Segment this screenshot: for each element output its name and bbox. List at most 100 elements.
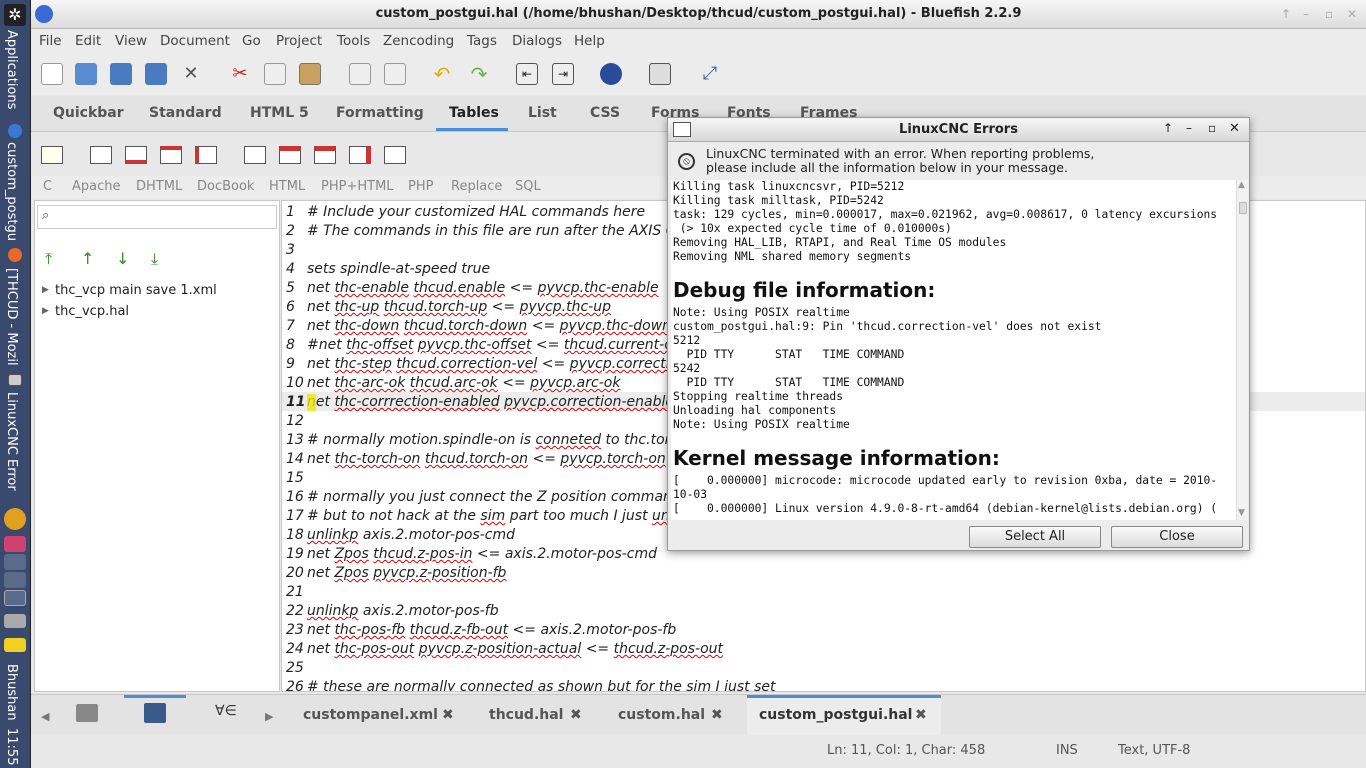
task-linuxcnc-errors[interactable]: LinuxCNC Error (4, 392, 19, 491)
code-line[interactable]: net Zpos thcud.z-pos-in <= axis.2.motor-… (307, 546, 657, 562)
scroll-right-icon[interactable]: ▶ (265, 710, 273, 723)
folder-icon[interactable] (76, 704, 98, 722)
insert-mode[interactable]: INS (1056, 743, 1078, 758)
code-line[interactable]: # The commands in this file are run afte… (307, 223, 687, 239)
split-view-icon[interactable] (649, 63, 671, 85)
find-icon[interactable] (349, 63, 371, 85)
lang-c[interactable]: C (43, 179, 52, 194)
code-line[interactable]: net thc-step thcud.correction-vel <= pyv… (307, 356, 687, 372)
table-caption-icon[interactable] (384, 146, 406, 164)
close-tab-icon[interactable]: ✖ (442, 707, 454, 723)
lang-php-html[interactable]: PHP+HTML (321, 179, 394, 194)
select-all-button[interactable]: Select All (969, 526, 1101, 548)
close-tab-icon[interactable]: ✖ (570, 707, 582, 723)
code-line[interactable]: net thc-corrrection-enabled pyvcp.correc… (307, 394, 683, 410)
code-line[interactable]: unlinkp axis.2.motor-pos-fb (307, 603, 499, 619)
lang-html[interactable]: HTML (269, 179, 305, 194)
table-header2-icon[interactable] (314, 146, 336, 164)
code-line[interactable]: # but to not hack at the sim part too mu… (307, 508, 686, 524)
tree-item[interactable]: ▶ thc_vcp.hal (42, 304, 129, 319)
table-header-icon[interactable] (160, 146, 182, 164)
save-icon[interactable] (110, 63, 132, 85)
code-line[interactable]: sets spindle-at-speed true (307, 261, 490, 277)
move-up-icon[interactable]: ↑ (81, 249, 94, 268)
unindent-icon[interactable]: ⇤ (516, 63, 538, 85)
table-row2-icon[interactable] (279, 146, 301, 164)
sidebar-filter-input[interactable]: ⌕ (37, 205, 277, 229)
new-file-icon[interactable] (41, 63, 63, 85)
table-data2-icon[interactable] (349, 146, 371, 164)
close-icon[interactable]: ✕ (1229, 121, 1240, 136)
menu-dialogs[interactable]: Dialogs (512, 33, 562, 49)
doc-tab-thcud[interactable]: thcud.hal (489, 707, 563, 723)
tab-standard[interactable]: Standard (149, 105, 222, 121)
tux-icon[interactable] (4, 508, 26, 530)
indent-icon[interactable]: ⇥ (552, 63, 574, 85)
replace-icon[interactable] (384, 63, 406, 85)
code-line[interactable]: net Zpos pyvcp.z-position-fb (307, 565, 506, 581)
preview-browser-icon[interactable] (600, 63, 622, 85)
close-icon[interactable]: ✕ (1347, 7, 1357, 21)
maximize-icon[interactable]: ▫ (1325, 7, 1333, 21)
encoding[interactable]: Text, UTF-8 (1118, 743, 1190, 758)
menu-tags[interactable]: Tags (467, 33, 497, 49)
code-line[interactable]: net thc-arc-ok thcud.arc-ok <= pyvcp.arc… (307, 375, 620, 391)
keep-above-icon[interactable]: ↑ (1281, 7, 1291, 21)
menu-view[interactable]: View (115, 33, 147, 49)
workspace-3[interactable] (4, 572, 26, 588)
expand-icon[interactable]: ▶ (42, 285, 49, 295)
tab-list[interactable]: List (528, 105, 557, 121)
notes-icon[interactable] (4, 638, 26, 652)
menu-document[interactable]: Document (160, 33, 230, 49)
lang-replace[interactable]: Replace (451, 179, 502, 194)
keep-above-icon[interactable]: ↑ (1163, 121, 1173, 135)
scroll-down-icon[interactable]: ▼ (1238, 508, 1245, 518)
tab-tables[interactable]: Tables (449, 105, 499, 121)
user-name[interactable]: Bhushan (4, 664, 19, 721)
network-icon[interactable] (4, 614, 26, 628)
task-thcud-mozilla[interactable]: [THCUD - Mozil (4, 268, 19, 366)
code-line[interactable]: #net thc-offset pyvcp.thc-offset <= thcu… (307, 337, 683, 353)
menu-file[interactable]: File (39, 33, 62, 49)
table-data-icon[interactable] (195, 146, 217, 164)
undo-icon[interactable]: ↶ (431, 63, 453, 85)
code-line[interactable]: unlinkp axis.2.motor-pos-cmd (307, 527, 515, 543)
fullscreen-icon[interactable]: ⤢ (699, 63, 721, 85)
maximize-icon[interactable]: ▫ (1208, 121, 1216, 135)
table-row-icon[interactable] (125, 146, 147, 164)
menu-project[interactable]: Project (276, 33, 322, 49)
doc-tab-custom-postgui[interactable]: custom_postgui.hal (759, 707, 912, 723)
lang-sql[interactable]: SQL (515, 179, 541, 194)
copy-icon[interactable] (264, 63, 286, 85)
code-line[interactable]: net thc-pos-fb thcud.z-fb-out <= axis.2.… (307, 622, 676, 638)
clock[interactable]: 11:55 (4, 728, 19, 765)
close-button[interactable]: Close (1111, 526, 1243, 548)
workspace-1[interactable] (4, 536, 26, 552)
code-line[interactable]: net thc-torch-on thcud.torch-on <= pyvcp… (307, 451, 666, 467)
code-line[interactable]: net thc-enable thcud.enable <= pyvcp.thc… (307, 280, 659, 296)
minimize-icon[interactable]: – (1186, 121, 1192, 135)
table-wizard-icon[interactable] (41, 146, 63, 164)
code-line[interactable]: net thc-pos-out pyvcp.z-position-actual … (307, 641, 723, 657)
code-line[interactable]: # normally motion.spindle-on is conneted… (307, 432, 687, 448)
close-file-icon[interactable]: ✕ (180, 63, 202, 85)
bird-menu-icon[interactable]: ✲ (4, 4, 26, 26)
scroll-thumb[interactable] (1239, 202, 1247, 214)
workspace-2[interactable] (4, 554, 26, 570)
cut-icon[interactable]: ✂ (229, 63, 251, 85)
close-tab-icon[interactable]: ✖ (915, 707, 927, 723)
task-custom-postgui[interactable]: custom_postgu (4, 142, 19, 241)
tab-quickbar[interactable]: Quickbar (53, 105, 124, 121)
move-top-icon[interactable]: ⤒ (45, 249, 52, 269)
move-bottom-icon[interactable]: ⤓ (151, 249, 158, 269)
tab-html5[interactable]: HTML 5 (250, 105, 309, 121)
error-log-text[interactable]: Killing task linuxcncsvr, PID=5212 Killin… (671, 180, 1236, 520)
scroll-up-icon[interactable]: ▲ (1238, 180, 1245, 190)
scroll-left-icon[interactable]: ◀ (41, 710, 49, 723)
bookmark-icon[interactable] (144, 703, 166, 723)
table-grid-icon[interactable] (244, 146, 266, 164)
doc-tab-custom[interactable]: custom.hal (618, 707, 705, 723)
menu-help[interactable]: Help (574, 33, 605, 49)
expand-icon[interactable]: ▶ (42, 306, 49, 316)
table-icon[interactable] (90, 146, 112, 164)
